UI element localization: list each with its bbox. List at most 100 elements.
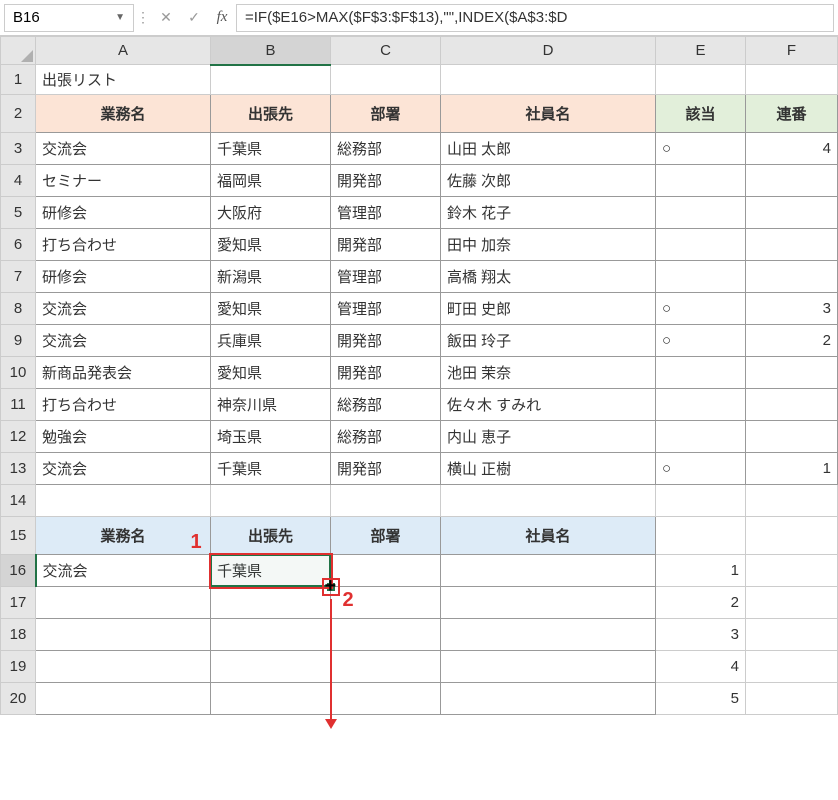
cell-E13[interactable]: ○ xyxy=(656,453,746,485)
cell-C5[interactable]: 管理部 xyxy=(331,197,441,229)
row-header-8[interactable]: 8 xyxy=(1,293,36,325)
cell-E12[interactable] xyxy=(656,421,746,453)
cell-E16[interactable]: 1 xyxy=(656,555,746,587)
cell-B8[interactable]: 愛知県 xyxy=(211,293,331,325)
cell-D17[interactable] xyxy=(441,587,656,619)
cell-D14[interactable] xyxy=(441,485,656,517)
header-F[interactable]: 連番 xyxy=(746,95,838,133)
cell-B9[interactable]: 兵庫県 xyxy=(211,325,331,357)
row-header-17[interactable]: 17 xyxy=(1,587,36,619)
cell-E3[interactable]: ○ xyxy=(656,133,746,165)
formula-input[interactable]: =IF($E16>MAX($F$3:$F$13),"",INDEX($A$3:$… xyxy=(236,4,834,32)
cell-E6[interactable] xyxy=(656,229,746,261)
row-header-9[interactable]: 9 xyxy=(1,325,36,357)
cell-F10[interactable] xyxy=(746,357,838,389)
cell-D8[interactable]: 町田 史郎 xyxy=(441,293,656,325)
cell-B6[interactable]: 愛知県 xyxy=(211,229,331,261)
row-header-20[interactable]: 20 xyxy=(1,683,36,715)
header2-A[interactable]: 業務名 xyxy=(36,517,211,555)
cell-E19[interactable]: 4 xyxy=(656,651,746,683)
cell-E18[interactable]: 3 xyxy=(656,619,746,651)
header2-C[interactable]: 部署 xyxy=(331,517,441,555)
cell-E4[interactable] xyxy=(656,165,746,197)
cell-F17[interactable] xyxy=(746,587,838,619)
cell-E11[interactable] xyxy=(656,389,746,421)
cell-C17[interactable] xyxy=(331,587,441,619)
cell-D19[interactable] xyxy=(441,651,656,683)
row-header-15[interactable]: 15 xyxy=(1,517,36,555)
row-header-11[interactable]: 11 xyxy=(1,389,36,421)
cell-D12[interactable]: 内山 恵子 xyxy=(441,421,656,453)
cell-A19[interactable] xyxy=(36,651,211,683)
cell-D5[interactable]: 鈴木 花子 xyxy=(441,197,656,229)
header-D[interactable]: 社員名 xyxy=(441,95,656,133)
cell-B11[interactable]: 神奈川県 xyxy=(211,389,331,421)
cell-C4[interactable]: 開発部 xyxy=(331,165,441,197)
cell-B20[interactable] xyxy=(211,683,331,715)
cell-F5[interactable] xyxy=(746,197,838,229)
cell-C12[interactable]: 総務部 xyxy=(331,421,441,453)
cell-A17[interactable] xyxy=(36,587,211,619)
cell-D10[interactable]: 池田 茉奈 xyxy=(441,357,656,389)
col-header-B[interactable]: B xyxy=(211,37,331,65)
cell-A7[interactable]: 研修会 xyxy=(36,261,211,293)
header2-B[interactable]: 出張先 xyxy=(211,517,331,555)
cell-F11[interactable] xyxy=(746,389,838,421)
cell-B17[interactable] xyxy=(211,587,331,619)
cell-F3[interactable]: 4 xyxy=(746,133,838,165)
cell-C8[interactable]: 管理部 xyxy=(331,293,441,325)
cell-F13[interactable]: 1 xyxy=(746,453,838,485)
cell-E7[interactable] xyxy=(656,261,746,293)
cell-F6[interactable] xyxy=(746,229,838,261)
fill-handle[interactable] xyxy=(327,583,335,591)
cell-D7[interactable]: 高橋 翔太 xyxy=(441,261,656,293)
cell-D3[interactable]: 山田 太郎 xyxy=(441,133,656,165)
cell-E9[interactable]: ○ xyxy=(656,325,746,357)
cell-C3[interactable]: 総務部 xyxy=(331,133,441,165)
select-all-corner[interactable] xyxy=(1,37,36,65)
col-header-F[interactable]: F xyxy=(746,37,838,65)
cell-E14[interactable] xyxy=(656,485,746,517)
header-E[interactable]: 該当 xyxy=(656,95,746,133)
cell-B5[interactable]: 大阪府 xyxy=(211,197,331,229)
row-header-12[interactable]: 12 xyxy=(1,421,36,453)
cell-A12[interactable]: 勉強会 xyxy=(36,421,211,453)
cell-A11[interactable]: 打ち合わせ xyxy=(36,389,211,421)
cell-D6[interactable]: 田中 加奈 xyxy=(441,229,656,261)
cell-F16[interactable] xyxy=(746,555,838,587)
cell-E5[interactable] xyxy=(656,197,746,229)
cell-A13[interactable]: 交流会 xyxy=(36,453,211,485)
cell-D9[interactable]: 飯田 玲子 xyxy=(441,325,656,357)
cell-A6[interactable]: 打ち合わせ xyxy=(36,229,211,261)
cell-C6[interactable]: 開発部 xyxy=(331,229,441,261)
row-header-6[interactable]: 6 xyxy=(1,229,36,261)
row-header-1[interactable]: 1 xyxy=(1,65,36,95)
cell-A14[interactable] xyxy=(36,485,211,517)
cell-A5[interactable]: 研修会 xyxy=(36,197,211,229)
cell-E17[interactable]: 2 xyxy=(656,587,746,619)
cell-E1[interactable] xyxy=(656,65,746,95)
cell-F8[interactable]: 3 xyxy=(746,293,838,325)
row-header-13[interactable]: 13 xyxy=(1,453,36,485)
name-box-dropdown-icon[interactable]: ▼ xyxy=(115,12,125,23)
cell-A8[interactable]: 交流会 xyxy=(36,293,211,325)
cell-F20[interactable] xyxy=(746,683,838,715)
cell-D13[interactable]: 横山 正樹 xyxy=(441,453,656,485)
cell-D1[interactable] xyxy=(441,65,656,95)
row-header-18[interactable]: 18 xyxy=(1,619,36,651)
cell-E20[interactable]: 5 xyxy=(656,683,746,715)
cell-A18[interactable] xyxy=(36,619,211,651)
cell-B14[interactable] xyxy=(211,485,331,517)
row-header-2[interactable]: 2 xyxy=(1,95,36,133)
cell-C11[interactable]: 総務部 xyxy=(331,389,441,421)
fx-icon[interactable]: fx xyxy=(208,4,236,32)
cell-A3[interactable]: 交流会 xyxy=(36,133,211,165)
cell-F12[interactable] xyxy=(746,421,838,453)
cell-E8[interactable]: ○ xyxy=(656,293,746,325)
cell-C1[interactable] xyxy=(331,65,441,95)
row-header-5[interactable]: 5 xyxy=(1,197,36,229)
header-B[interactable]: 出張先 xyxy=(211,95,331,133)
cell-B7[interactable]: 新潟県 xyxy=(211,261,331,293)
cell-C9[interactable]: 開発部 xyxy=(331,325,441,357)
cell-A20[interactable] xyxy=(36,683,211,715)
